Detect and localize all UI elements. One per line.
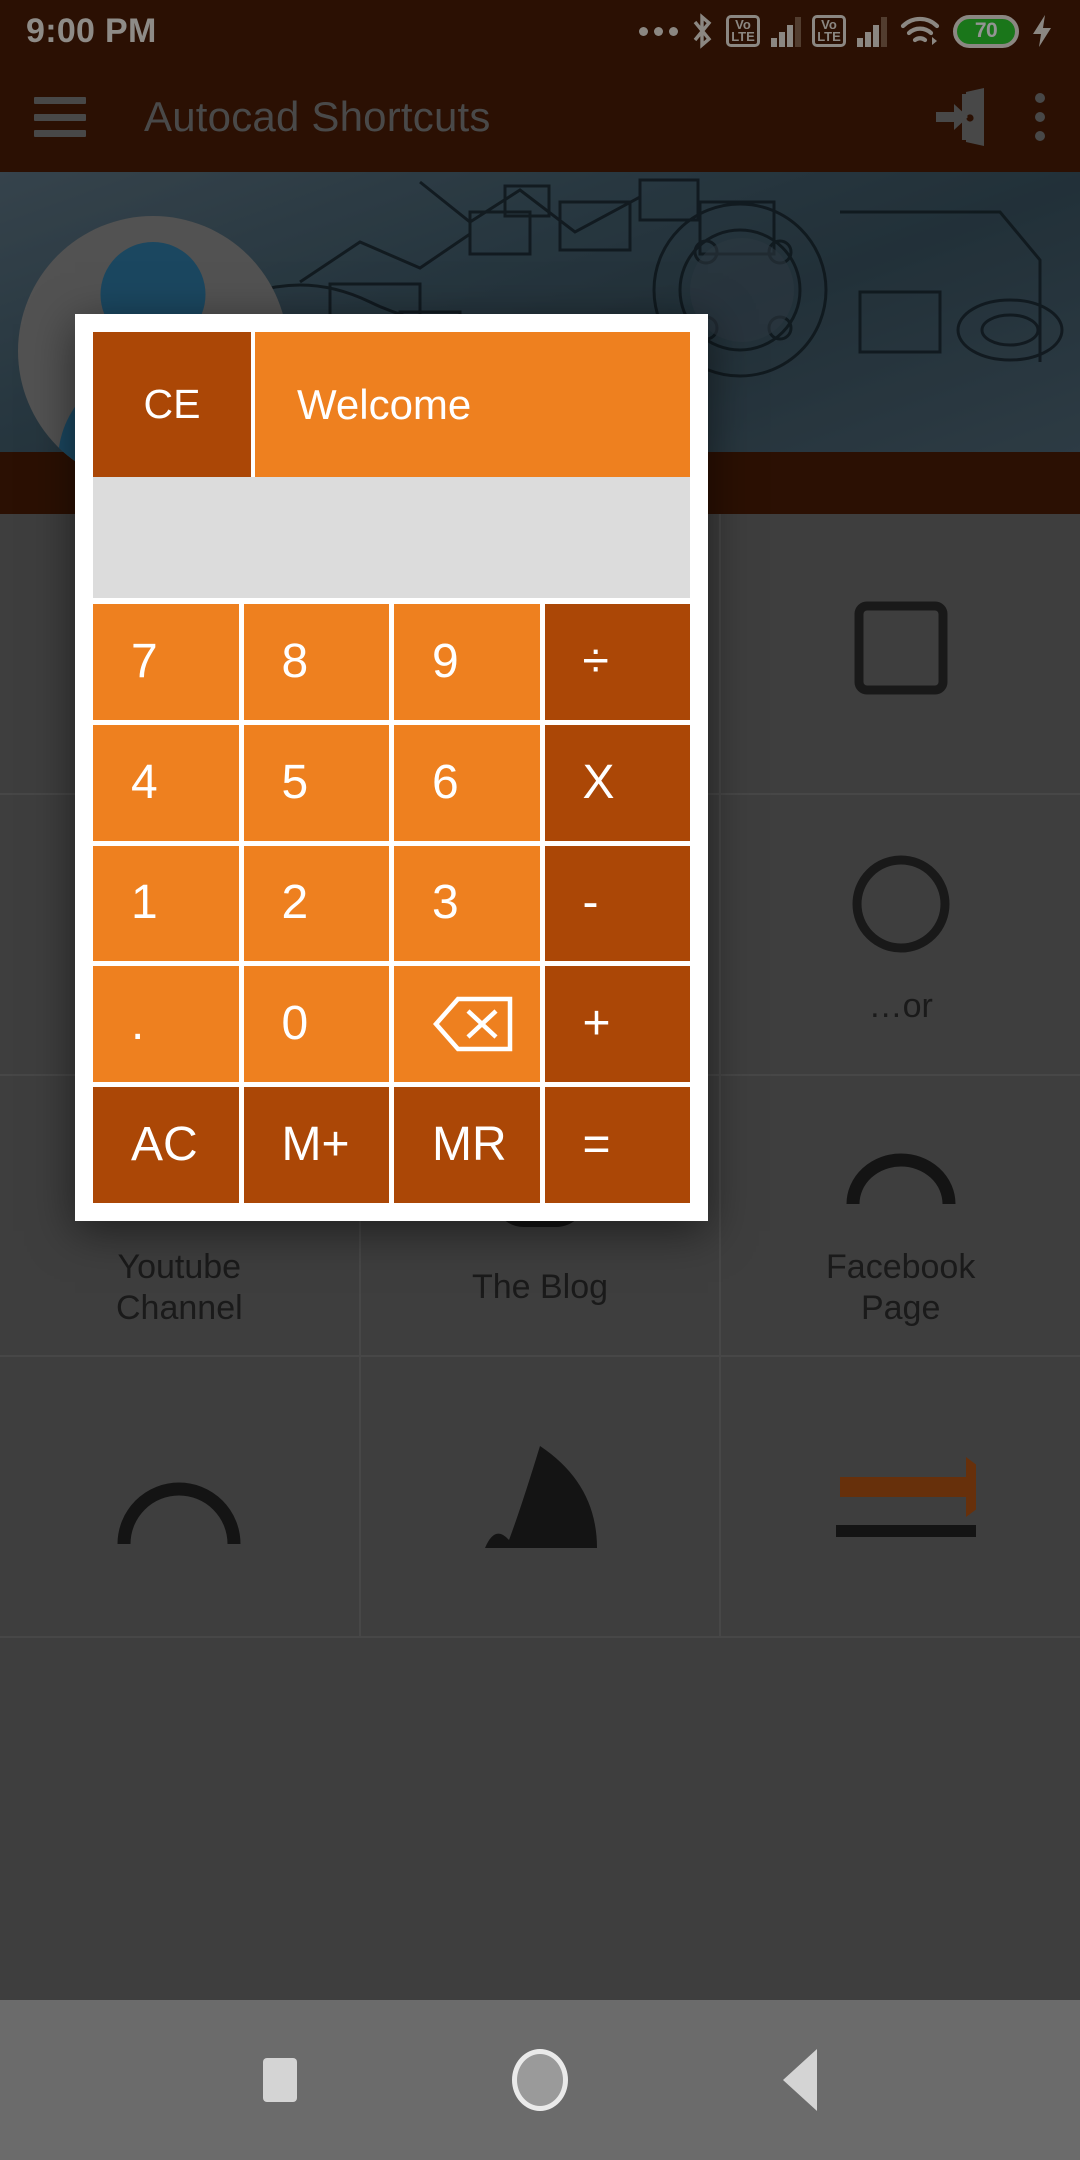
key-divide[interactable]: ÷: [544, 604, 690, 720]
key-5[interactable]: 5: [243, 724, 389, 841]
keypad-row: 4 5 6 X: [93, 724, 690, 841]
key-memory-add[interactable]: M+: [243, 1087, 389, 1203]
key-backspace[interactable]: [394, 966, 540, 1083]
keypad-row: 7 8 9 ÷: [93, 604, 690, 720]
key-9[interactable]: 9: [394, 604, 540, 720]
key-equals[interactable]: =: [544, 1087, 690, 1203]
key-subtract[interactable]: -: [544, 845, 690, 962]
key-4[interactable]: 4: [93, 724, 239, 841]
android-navigation-bar: [0, 2000, 1080, 2160]
key-6[interactable]: 6: [394, 724, 540, 841]
backspace-icon: [433, 997, 513, 1052]
key-2[interactable]: 2: [243, 845, 389, 962]
key-1[interactable]: 1: [93, 845, 239, 962]
key-memory-recall[interactable]: MR: [394, 1087, 540, 1203]
key-7[interactable]: 7: [93, 604, 239, 720]
key-add[interactable]: +: [544, 966, 690, 1083]
calculator-keypad: 7 8 9 ÷ 4 5 6 X 1 2 3 - . 0 + AC M+ MR =: [93, 598, 690, 1203]
calculator-header: CE Welcome: [93, 332, 690, 477]
home-icon[interactable]: [512, 2049, 568, 2111]
clear-entry-button[interactable]: CE: [93, 332, 251, 477]
calculator-entry-field[interactable]: [93, 477, 690, 598]
key-3[interactable]: 3: [394, 845, 540, 962]
calculator-dialog: CE Welcome 7 8 9 ÷ 4 5 6 X 1 2 3 - . 0 +…: [75, 314, 708, 1221]
key-all-clear[interactable]: AC: [93, 1087, 239, 1203]
key-8[interactable]: 8: [243, 604, 389, 720]
key-0[interactable]: 0: [243, 966, 389, 1083]
calculator-title: Welcome: [255, 332, 690, 477]
keypad-row: 1 2 3 -: [93, 845, 690, 962]
key-multiply[interactable]: X: [544, 724, 690, 841]
keypad-row: . 0 +: [93, 966, 690, 1083]
back-icon[interactable]: [783, 2049, 817, 2111]
keypad-row: AC M+ MR =: [93, 1087, 690, 1203]
key-decimal[interactable]: .: [93, 966, 239, 1083]
phone-screen: S… …el s: [0, 0, 1080, 2160]
recent-apps-icon[interactable]: [263, 2058, 297, 2102]
